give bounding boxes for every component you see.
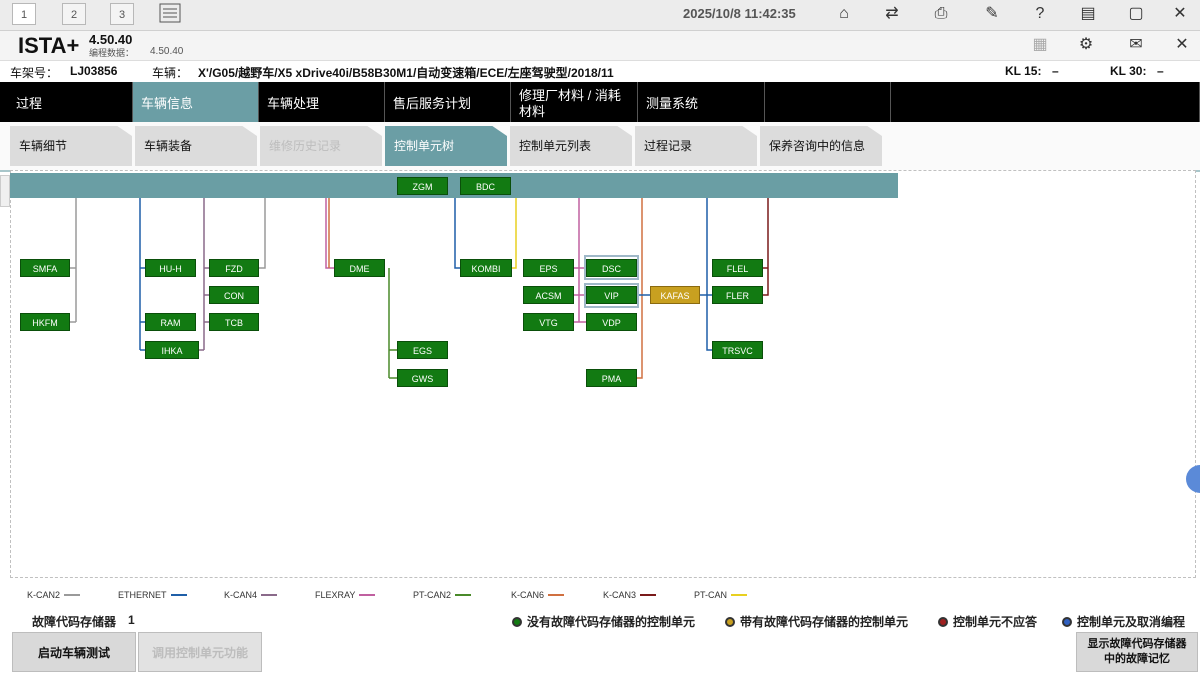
legend-kcan4-label: K-CAN4: [224, 590, 258, 600]
ecu-gws[interactable]: GWS: [397, 369, 448, 387]
ecu-fler[interactable]: FLER: [712, 286, 763, 304]
gateway-bar: [10, 173, 898, 198]
legend-ethernet-label: ETHERNET: [118, 590, 167, 600]
ecu-dsc[interactable]: DSC: [586, 259, 637, 277]
ecu-egs[interactable]: EGS: [397, 341, 448, 359]
legend-kcan6-label: K-CAN6: [511, 590, 545, 600]
legend-flexray: FLEXRAY: [315, 590, 376, 600]
legend-kcan3: K-CAN3: [603, 590, 657, 600]
legend-ptcan2: PT-CAN2: [413, 590, 472, 600]
ecu-smfa[interactable]: SMFA: [20, 259, 70, 277]
status-with-fault-label: 带有故障代码存储器的控制单元: [740, 615, 909, 629]
legend-flexray-swatch: [359, 594, 376, 596]
legend-kcan6: K-CAN6: [511, 590, 565, 600]
ecu-zgm[interactable]: ZGM: [397, 177, 448, 195]
ecu-bdc[interactable]: BDC: [460, 177, 511, 195]
legend-kcan2-label: K-CAN2: [27, 590, 61, 600]
ecu-flel[interactable]: FLEL: [712, 259, 763, 277]
status-dot-icon: [1062, 616, 1072, 627]
ecu-acsm[interactable]: ACSM: [523, 286, 574, 304]
status-deprogrammed: 控制单元及取消编程: [1062, 613, 1185, 630]
status-deprogrammed-label: 控制单元及取消编程: [1077, 615, 1186, 629]
fault-memory-label: 故障代码存储器: [32, 615, 117, 629]
ecu-fzd[interactable]: FZD: [209, 259, 259, 277]
legend-ptcan-swatch: [731, 594, 748, 596]
ecu-pma[interactable]: PMA: [586, 369, 637, 387]
legend-ethernet-swatch: [170, 594, 187, 596]
status-dot-icon: [512, 616, 522, 627]
ecu-ihka[interactable]: IHKA: [145, 341, 199, 359]
legend-kcan2-swatch: [64, 594, 81, 596]
legend-ptcan: PT-CAN: [694, 590, 748, 600]
legend-kcan4: K-CAN4: [224, 590, 278, 600]
status-no-response: 控制单元不应答: [938, 613, 1037, 630]
start-vehicle-test-button[interactable]: 启动车辆测试: [12, 632, 136, 672]
ecu-kombi[interactable]: KOMBI: [460, 259, 512, 277]
ecu-eps[interactable]: EPS: [523, 259, 574, 277]
ecu-hkfm[interactable]: HKFM: [20, 313, 70, 331]
ecu-dme[interactable]: DME: [334, 259, 385, 277]
ecu-hu-h[interactable]: HU-H: [145, 259, 196, 277]
legend-kcan2: K-CAN2: [27, 590, 81, 600]
ecu-tcb[interactable]: TCB: [209, 313, 259, 331]
legend-ptcan2-swatch: [455, 594, 472, 596]
status-dot-icon: [938, 616, 948, 627]
legend-ethernet: ETHERNET: [118, 590, 187, 600]
status-no-fault: 没有故障代码存储器的控制单元: [512, 613, 695, 630]
ecu-kafas[interactable]: KAFAS: [650, 286, 700, 304]
show-fault-memory-button[interactable]: 显示故障代码存储器中的故障记忆: [1076, 632, 1198, 672]
legend-kcan6-swatch: [548, 594, 565, 596]
status-with-fault: 带有故障代码存储器的控制单元: [725, 613, 908, 630]
ecu-ram[interactable]: RAM: [145, 313, 196, 331]
ecu-con[interactable]: CON: [209, 286, 259, 304]
status-no-fault-label: 没有故障代码存储器的控制单元: [527, 615, 696, 629]
bus-lines: [10, 173, 898, 379]
ecu-vip[interactable]: VIP: [586, 286, 637, 304]
status-no-response-label: 控制单元不应答: [953, 615, 1038, 629]
legend-kcan4-swatch: [261, 594, 278, 596]
legend-flexray-label: FLEXRAY: [315, 590, 356, 600]
legend-ptcan-label: PT-CAN: [694, 590, 728, 600]
legend-kcan3-swatch: [640, 594, 657, 596]
call-ecu-function-button: 调用控制单元功能: [138, 632, 262, 672]
legend-ptcan2-label: PT-CAN2: [413, 590, 452, 600]
ecu-trsvc[interactable]: TRSVC: [712, 341, 763, 359]
fault-memory-count: 1: [128, 613, 135, 627]
ecu-vtg[interactable]: VTG: [523, 313, 574, 331]
status-dot-icon: [725, 616, 735, 627]
ecu-vdp[interactable]: VDP: [586, 313, 637, 331]
legend-kcan3-label: K-CAN3: [603, 590, 637, 600]
